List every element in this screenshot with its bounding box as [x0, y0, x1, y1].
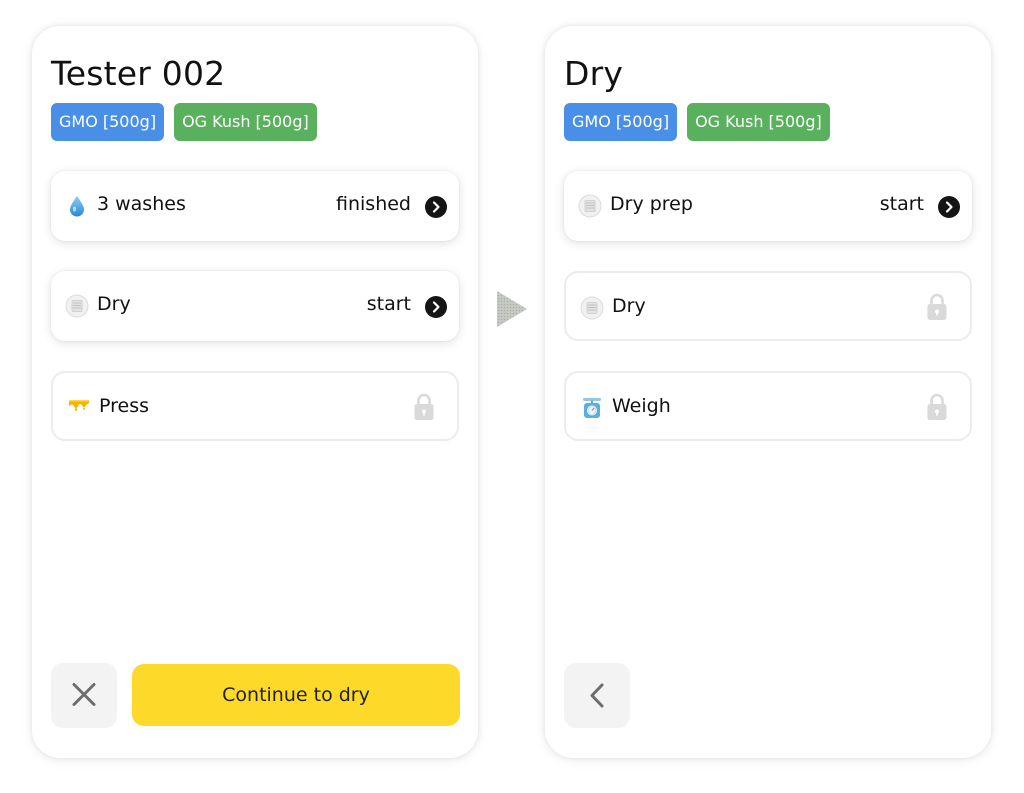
step-weigh: Weigh — [564, 371, 972, 441]
chevron-right-icon[interactable] — [425, 296, 447, 318]
step-label: Dry — [612, 295, 646, 317]
cancel-button[interactable] — [51, 663, 117, 728]
tag-og-kush: OG Kush [500g] — [687, 103, 830, 141]
chevron-right-icon[interactable] — [938, 196, 960, 218]
dry-rack-icon — [578, 194, 602, 218]
back-button[interactable] — [564, 663, 630, 728]
continue-button[interactable]: Continue to dry — [132, 664, 460, 726]
step-status: start — [879, 193, 924, 215]
dry-rack-icon — [65, 294, 89, 318]
step-label: 3 washes — [97, 193, 186, 215]
step-label: Dry — [97, 293, 131, 315]
step-dry[interactable]: Dry start — [51, 271, 459, 341]
tag-gmo: GMO [500g] — [564, 103, 678, 141]
step-status: finished — [336, 193, 411, 215]
strain-tags: GMO [500g] OG Kush [500g] — [51, 103, 317, 141]
dry-rack-icon — [580, 296, 604, 320]
chevron-left-icon — [590, 683, 604, 708]
step-label: Weigh — [612, 395, 671, 417]
flow-arrow-icon — [497, 291, 527, 327]
tag-og-kush: OG Kush [500g] — [174, 103, 317, 141]
step-washes[interactable]: 3 washes finished — [51, 171, 459, 241]
tag-gmo: GMO [500g] — [51, 103, 165, 141]
step-status: start — [366, 293, 411, 315]
page-title: Dry — [564, 54, 624, 93]
press-icon — [67, 396, 91, 420]
dry-panel: Dry GMO [500g] OG Kush [500g] Dry prep s… — [545, 26, 991, 758]
water-drop-icon — [65, 194, 89, 218]
strain-tags: GMO [500g] OG Kush [500g] — [564, 103, 830, 141]
chevron-right-icon[interactable] — [425, 196, 447, 218]
lock-icon — [926, 392, 948, 422]
step-dry: Dry — [564, 271, 972, 341]
step-label: Dry prep — [610, 193, 693, 215]
step-dry-prep[interactable]: Dry prep start — [564, 171, 972, 241]
step-press: Press — [51, 371, 459, 441]
batch-panel: Tester 002 GMO [500g] OG Kush [500g] 3 w… — [32, 26, 478, 758]
page-title: Tester 002 — [51, 54, 226, 93]
lock-icon — [413, 392, 435, 422]
lock-icon — [926, 292, 948, 322]
close-icon — [72, 683, 96, 706]
scale-icon — [580, 396, 604, 420]
step-label: Press — [99, 395, 150, 417]
